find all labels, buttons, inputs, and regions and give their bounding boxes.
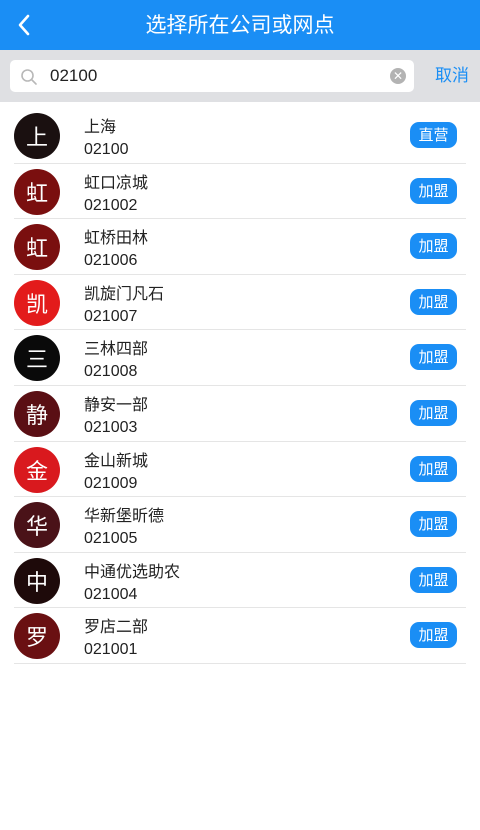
type-badge: 加盟: [410, 455, 457, 482]
avatar: 金: [14, 446, 60, 493]
type-badge: 加盟: [410, 399, 457, 426]
item-code: 021009: [84, 474, 138, 492]
item-name: 虹桥田林: [84, 228, 149, 248]
item-code: 021003: [84, 418, 138, 436]
item-name: 金山新城: [84, 450, 149, 470]
page-title: 选择所在公司或网点: [145, 13, 335, 37]
type-badge: 加盟: [410, 233, 457, 260]
search-input[interactable]: [50, 60, 380, 92]
search-icon: [21, 69, 37, 85]
cancel-button[interactable]: 取消: [424, 50, 480, 102]
item-name: 凯旋门凡石: [84, 283, 165, 303]
top-bar: 选择所在公司或网点: [0, 0, 480, 50]
list-item[interactable]: 金 金山新城 021009 加盟: [14, 442, 466, 498]
item-code: 021006: [84, 252, 138, 270]
avatar: 凯: [14, 279, 60, 326]
company-list: 上上海 02100 直营虹虹口凉城 021002 加盟虹虹桥田林 021006 加盟凯凯旋门…: [14, 108, 466, 664]
type-badge: 加盟: [410, 622, 457, 649]
item-code: 021007: [84, 307, 138, 325]
type-badge: 加盟: [410, 566, 457, 593]
avatar: 罗: [14, 613, 60, 660]
list-item[interactable]: 虹 虹桥田林 021006 加盟: [14, 219, 466, 275]
item-code: 021001: [84, 641, 138, 659]
avatar: 虹: [14, 168, 60, 215]
type-badge: 加盟: [410, 177, 457, 204]
type-badge: 加盟: [410, 344, 457, 371]
item-name: 罗店二部: [84, 617, 149, 637]
search-bar: ✕ 取消: [0, 50, 480, 102]
type-badge: 加盟: [410, 288, 457, 315]
item-code: 021005: [84, 530, 138, 548]
list-item[interactable]: 罗 罗店二部 021001 加盟: [14, 608, 466, 664]
item-name: 上海: [84, 117, 117, 136]
avatar: 三: [14, 335, 60, 382]
item-code: 021004: [84, 585, 138, 603]
list-item[interactable]: 中 中通优选助农 021004 加盟: [14, 553, 466, 609]
item-name: 华新堡昕德: [84, 506, 165, 526]
item-name: 三林四部: [84, 339, 149, 359]
item-code: 02100: [84, 141, 129, 158]
clear-icon[interactable]: ✕: [390, 68, 406, 84]
list-item[interactable]: 上 上海 02100 直营: [14, 108, 466, 164]
avatar: 中: [14, 557, 60, 604]
item-name: 虹口凉城: [84, 172, 149, 192]
list-item[interactable]: 凯 凯旋门凡石 021007 加盟: [14, 275, 466, 331]
list-item[interactable]: 三 三林四部 021008 加盟: [14, 330, 466, 386]
avatar: 虹: [14, 224, 60, 271]
item-code: 021008: [84, 363, 138, 381]
list-item[interactable]: 华 华新堡昕德 021005 加盟: [14, 497, 466, 553]
type-badge: 加盟: [410, 511, 457, 538]
list-item[interactable]: 虹 虹口凉城 021002 加盟: [14, 164, 466, 220]
avatar: 华: [14, 502, 60, 549]
list-item[interactable]: 静 静安一部 021003 加盟: [14, 386, 466, 442]
type-badge: 直营: [410, 122, 457, 148]
avatar: 静: [14, 390, 60, 437]
avatar: 上: [14, 113, 60, 159]
item-code: 021002: [84, 196, 138, 214]
search-box[interactable]: ✕: [10, 60, 414, 92]
item-name: 静安一部: [84, 394, 149, 414]
item-name: 中通优选助农: [84, 561, 181, 581]
